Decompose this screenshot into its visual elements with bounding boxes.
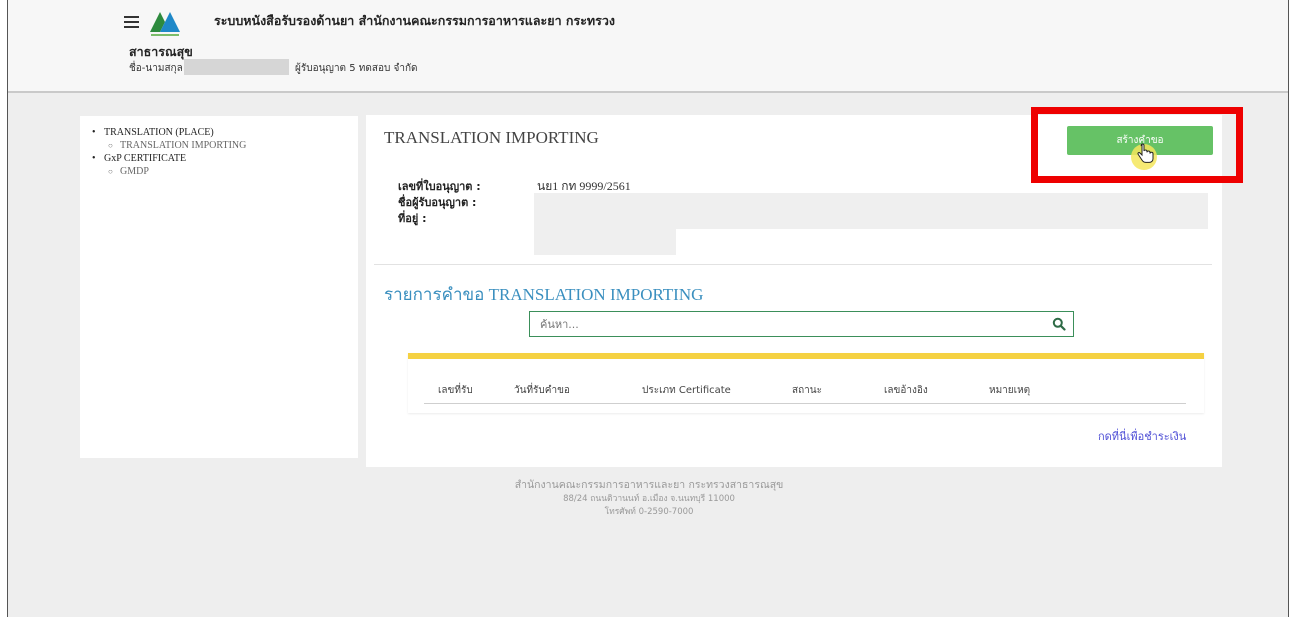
column-receive-no: เลขที่รับ (438, 385, 473, 396)
search-icon[interactable] (1052, 317, 1066, 331)
footer-phone: โทรศัพท์ 0-2590-7000 (604, 507, 694, 517)
table-header: เลขที่รับ วันที่รับคำขอ ประเภท Certifica… (424, 383, 1186, 404)
column-remarks: หมายเหตุ (989, 385, 1031, 396)
user-name-redacted (184, 59, 289, 75)
search-box (529, 311, 1074, 337)
column-status: สถานะ (792, 385, 822, 396)
logo-icon (150, 12, 180, 36)
column-request-date: วันที่รับคำขอ (514, 385, 570, 396)
address-redacted (534, 229, 676, 255)
pay-link[interactable]: กดที่นี่เพื่อชำระเงิน (1098, 427, 1186, 445)
column-certificate-type: ประเภท Certificate (642, 385, 731, 396)
licensee-details-redacted (534, 193, 1208, 229)
section-divider (374, 264, 1212, 265)
sidebar-group-gxp-certificate[interactable]: GxP CERTIFICATE (92, 152, 358, 165)
search-input[interactable] (530, 312, 1040, 336)
sidebar-item-gmdp[interactable]: GMDP (92, 165, 358, 178)
header: ระบบหนังสือรับรองด้านยา สำนักงานคณะกรรมก… (8, 0, 1288, 93)
footer-address: 88/24 ถนนติวานนท์ อ.เมือง จ.นนทบุรี 1100… (563, 494, 735, 504)
hamburger-icon[interactable] (124, 13, 139, 31)
sidebar-group-translation-place[interactable]: TRANSLATION (PLACE) (92, 126, 358, 139)
licensee-name: ผู้รับอนุญาต 5 ทดสอบ จำกัด (295, 63, 418, 74)
page-title: TRANSLATION IMPORTING (384, 128, 599, 147)
app-window: ระบบหนังสือรับรองด้านยา สำนักงานคณะกรรมก… (7, 0, 1289, 617)
app-title: ระบบหนังสือรับรองด้านยา สำนักงานคณะกรรมก… (214, 13, 616, 28)
address-label: ที่อยู่ : (398, 212, 427, 225)
column-reference-no: เลขอ้างอิง (884, 385, 928, 396)
sidebar-item-translation-importing[interactable]: TRANSLATION IMPORTING (92, 139, 358, 152)
sidebar-menu: TRANSLATION (PLACE) TRANSLATION IMPORTIN… (80, 116, 358, 458)
hand-pointer-icon (1131, 143, 1157, 170)
user-name-label: ชื่อ-นามสกุล (129, 63, 183, 74)
request-list-title: รายการคำขอ TRANSLATION IMPORTING (384, 285, 704, 304)
request-table: เลขที่รับ วันที่รับคำขอ ประเภท Certifica… (408, 353, 1204, 413)
